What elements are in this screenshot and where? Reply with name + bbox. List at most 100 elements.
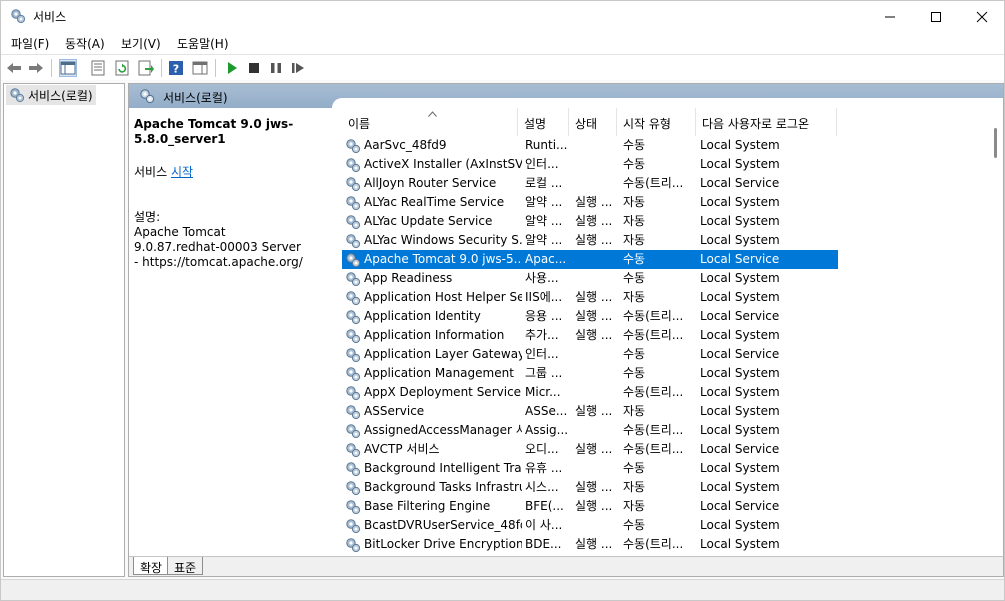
service-row[interactable]: Background Tasks Infrastru... 시스... 실행 ...… xyxy=(342,478,838,497)
menu-action[interactable]: 동작(A) xyxy=(65,35,105,52)
menu-file[interactable]: 파일(F) xyxy=(11,35,49,52)
console-tree: 서비스(로컬) xyxy=(3,83,125,577)
service-logon-cell: Local System xyxy=(700,157,780,171)
window-title: 서비스 xyxy=(33,10,67,24)
service-startup-cell: 수동(트리... xyxy=(623,423,684,437)
close-button[interactable] xyxy=(959,1,1005,32)
service-logon-cell: Local System xyxy=(700,480,780,494)
status-bar xyxy=(1,579,1004,600)
column-header-description[interactable]: 설명 xyxy=(518,108,569,136)
service-row[interactable]: BcastDVRUserService_48fd9 이 사... 수동 Local S… xyxy=(342,516,838,535)
service-status-cell: 실행 ... xyxy=(575,214,613,228)
service-startup-cell: 자동 xyxy=(623,499,646,513)
tree-item-services-local[interactable]: 서비스(로컬) xyxy=(6,85,96,105)
start-service-link[interactable]: 시작 xyxy=(171,165,193,179)
service-logon-cell: Local Service xyxy=(700,442,780,456)
service-row[interactable]: ALYac Update Service 알약 ... 실행 ... 자동 Local … xyxy=(342,212,838,231)
start-service-button[interactable] xyxy=(223,59,241,77)
service-logon-cell: Local System xyxy=(700,537,780,551)
stop-service-button[interactable] xyxy=(245,59,263,77)
service-row[interactable]: AssignedAccessManager 서... Assig... 수동(트리.… xyxy=(342,421,838,440)
pane-header-title: 서비스(로컬) xyxy=(163,91,228,105)
service-row[interactable]: Application Identity 응용 ... 실행 ... 수동(트리...… xyxy=(342,307,838,326)
service-row[interactable]: AVCTP 서비스 오디... 실행 ... 수동(트리... Local Servic… xyxy=(342,440,838,459)
tab-standard[interactable]: 표준 xyxy=(167,557,204,575)
service-name-cell: Application Identity xyxy=(364,309,481,323)
service-gear-icon xyxy=(346,139,361,154)
column-header-logon-as[interactable]: 다음 사용자로 로그온 xyxy=(696,108,837,136)
pause-service-button[interactable] xyxy=(267,59,285,77)
service-row[interactable]: AarSvc_48fd9 Runti... 수동 Local System xyxy=(342,136,838,155)
service-row[interactable]: Background Intelligent Tra... 유휴 ... 수동 Loc… xyxy=(342,459,838,478)
properties-button[interactable] xyxy=(89,59,107,77)
restart-service-button[interactable] xyxy=(289,59,307,77)
service-startup-cell: 자동 xyxy=(623,480,646,494)
service-row[interactable]: BitLocker Drive Encryption ... BDE... 실행 .… xyxy=(342,535,838,554)
toolbar-separator xyxy=(51,59,52,77)
service-desc-cell: 인터... xyxy=(525,157,559,171)
tab-extended[interactable]: 확장 xyxy=(133,557,170,575)
refresh-button[interactable] xyxy=(113,59,131,77)
service-action-line: 서비스 시작 xyxy=(134,165,309,180)
scrollbar-thumb[interactable] xyxy=(994,128,997,158)
service-name-cell: Background Tasks Infrastru... xyxy=(364,480,522,494)
console-tree-icon xyxy=(60,61,76,75)
service-gear-icon xyxy=(346,158,361,173)
maximize-button[interactable] xyxy=(913,1,959,32)
service-desc-cell: ASSe... xyxy=(525,404,568,418)
back-button[interactable] xyxy=(5,59,23,77)
column-header-name[interactable]: 이름 xyxy=(342,108,518,136)
service-name-cell: AVCTP 서비스 xyxy=(364,442,440,456)
service-row[interactable]: Application Layer Gateway ...인터... 수동 Loca… xyxy=(342,345,838,364)
column-header-status[interactable]: 상태 xyxy=(569,108,617,136)
show-hide-console-tree-button[interactable] xyxy=(59,59,77,77)
column-header-startup-type[interactable]: 시작 유형 xyxy=(617,108,696,136)
services-gear-icon xyxy=(140,89,155,104)
service-status-cell xyxy=(575,269,619,288)
service-startup-cell: 자동 xyxy=(623,404,646,418)
action-pane-icon xyxy=(192,61,208,75)
service-gear-icon xyxy=(346,538,361,553)
minimize-button[interactable] xyxy=(867,1,913,32)
service-gear-icon xyxy=(346,500,361,515)
service-row[interactable]: Apache Tomcat 9.0 jws-5.... Apac... 수동 Loca… xyxy=(342,250,838,269)
service-row[interactable]: ALYac RealTime Service 알약 ... 실행 ... 자동 Loca… xyxy=(342,193,838,212)
help-button[interactable]: ? xyxy=(167,59,185,77)
service-status-cell: 실행 ... xyxy=(575,404,613,418)
service-status-cell: 실행 ... xyxy=(575,233,613,247)
service-startup-cell: 수동 xyxy=(623,347,646,361)
menu-help[interactable]: 도움말(H) xyxy=(177,35,229,52)
tree-item-label: 서비스(로컬) xyxy=(28,88,93,103)
menu-view[interactable]: 보기(V) xyxy=(121,35,161,52)
service-row[interactable]: Base Filtering Engine BFE(... 실행 ... 자동 Loca… xyxy=(342,497,838,516)
service-name-cell: BitLocker Drive Encryption ... xyxy=(364,537,522,551)
service-row[interactable]: AppX Deployment Service ... Micr... 수동(트리.… xyxy=(342,383,838,402)
close-icon xyxy=(976,11,988,22)
action-pane-button[interactable] xyxy=(191,59,209,77)
export-list-button[interactable] xyxy=(137,59,155,77)
service-row[interactable]: Application Host Helper Se... IIS에... 실행 .… xyxy=(342,288,838,307)
toolbar: ? xyxy=(1,54,1004,80)
service-status-cell: 실행 ... xyxy=(575,328,613,342)
service-gear-icon xyxy=(346,348,361,363)
service-row[interactable]: ASService ASSe... 실행 ... 자동 Local System xyxy=(342,402,838,421)
service-status-cell xyxy=(575,421,619,440)
service-logon-cell: Local System xyxy=(700,195,780,209)
forward-button[interactable] xyxy=(27,59,45,77)
service-gear-icon xyxy=(346,443,361,458)
service-row[interactable]: App Readiness 사용... 수동 Local System xyxy=(342,269,838,288)
restart-icon xyxy=(292,63,304,73)
service-row[interactable]: ALYac Windows Security S... 알약 ... 실행 ... 자… xyxy=(342,231,838,250)
service-logon-cell: Local Service xyxy=(700,252,780,266)
service-status-cell: 실행 ... xyxy=(575,195,613,209)
service-row[interactable]: Application Management 그룹 ... 수동 Local Syst… xyxy=(342,364,838,383)
service-gear-icon xyxy=(346,253,361,268)
service-row[interactable]: Application Information 추가... 실행 ... 수동(트리.… xyxy=(342,326,838,345)
service-startup-cell: 수동(트리... xyxy=(623,385,684,399)
pause-icon xyxy=(271,63,281,73)
vertical-scrollbar[interactable] xyxy=(991,118,1001,556)
service-row[interactable]: ActiveX Installer (AxInstSV) 인터... 수동 Local… xyxy=(342,155,838,174)
service-row[interactable]: AllJoyn Router Service 로컬 ... 수동(트리... Loca… xyxy=(342,174,838,193)
service-startup-cell: 수동(트리... xyxy=(623,537,684,551)
service-status-cell xyxy=(575,155,619,174)
